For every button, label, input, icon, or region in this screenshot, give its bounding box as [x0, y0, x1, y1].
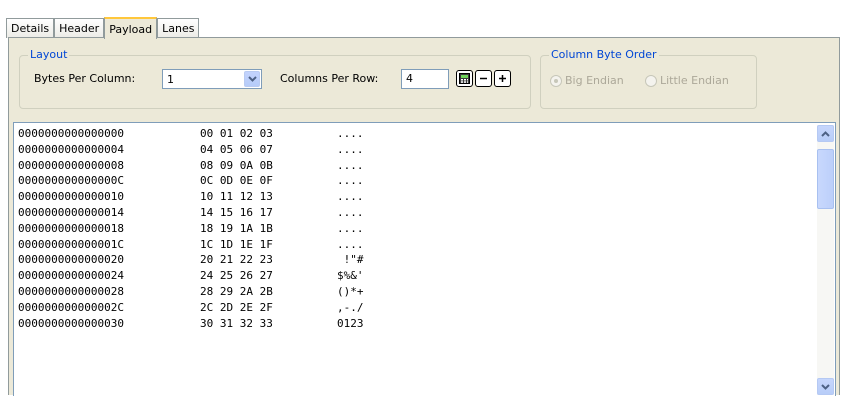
hex-row: 0000000000000008 08 09 0A 0B.... — [18, 158, 397, 174]
hex-row: 0000000000000010 10 11 12 13.... — [18, 189, 397, 205]
tab-payload[interactable]: Payload — [104, 17, 158, 39]
tab-details[interactable]: Details — [6, 18, 55, 38]
hex-bytes-cell: 24 25 26 27 — [200, 269, 273, 283]
big-endian-radio[interactable] — [550, 75, 562, 87]
hex-bytes-cell: 1C 1D 1E 1F — [200, 237, 273, 251]
scrollbar-thumb[interactable] — [817, 149, 834, 209]
ascii-cell: ()*+ — [337, 284, 364, 298]
address-cell: 0000000000000030 — [18, 316, 124, 330]
layout-group: Layout Bytes Per Column: 1 Columns Per R… — [19, 48, 531, 109]
ascii-cell: !"# — [337, 253, 364, 267]
hex-bytes-cell: 28 29 2A 2B — [200, 284, 273, 298]
hex-row: 000000000000002C 2C 2D 2E 2F ,-./ — [18, 300, 397, 316]
tab-strip: Details Header Payload Lanes — [6, 16, 200, 39]
address-cell: 0000000000000018 — [18, 221, 124, 235]
byte-order-group: Column Byte Order Big Endian Little Endi… — [540, 48, 757, 109]
ascii-cell: .... — [337, 205, 364, 219]
minus-icon[interactable] — [475, 70, 492, 87]
byte-order-group-title: Column Byte Order — [549, 48, 659, 61]
big-endian-label: Big Endian — [565, 74, 624, 87]
little-endian-radio[interactable] — [645, 75, 657, 87]
address-cell: 0000000000000004 — [18, 142, 124, 156]
hex-bytes-cell: 18 19 1A 1B — [200, 221, 273, 235]
calculator-icon[interactable] — [456, 70, 473, 87]
hex-rows: 0000000000000000 00 01 02 03.... 000000000… — [18, 126, 397, 331]
address-cell: 0000000000000024 — [18, 269, 124, 283]
scroll-up-icon[interactable] — [817, 125, 834, 142]
tab-lanes[interactable]: Lanes — [157, 18, 200, 38]
hex-row: 0000000000000014 14 15 16 17.... — [18, 205, 397, 221]
hex-row: 0000000000000028 28 29 2A 2B ()*+ — [18, 284, 397, 300]
hex-bytes-cell: 30 31 32 33 — [200, 316, 273, 330]
chevron-down-icon[interactable] — [244, 71, 260, 87]
ascii-cell: ,-./ — [337, 300, 364, 314]
hex-bytes-cell: 0C 0D 0E 0F — [200, 174, 273, 188]
ascii-cell: .... — [337, 221, 364, 235]
address-cell: 000000000000001C — [18, 237, 124, 251]
hex-bytes-cell: 00 01 02 03 — [200, 127, 273, 140]
hex-row: 0000000000000000 00 01 02 03.... — [18, 126, 397, 142]
vertical-scrollbar[interactable] — [817, 125, 834, 395]
ascii-cell: .... — [337, 174, 364, 188]
tab-label: Payload — [109, 22, 153, 36]
address-cell: 0000000000000014 — [18, 205, 124, 219]
tab-label: Details — [11, 22, 50, 35]
columns-per-row-value: 4 — [406, 72, 413, 85]
plus-icon[interactable] — [494, 70, 511, 87]
ascii-cell: .... — [337, 158, 364, 172]
layout-group-title: Layout — [28, 48, 70, 61]
ascii-cell: $%&' — [337, 269, 364, 283]
bytes-per-column-select[interactable]: 1 — [162, 69, 262, 89]
payload-panel: Layout Bytes Per Column: 1 Columns Per R… — [8, 37, 840, 396]
tab-header[interactable]: Header — [54, 18, 105, 38]
tab-label: Lanes — [162, 22, 195, 35]
hex-view[interactable]: 0000000000000000 00 01 02 03.... 000000000… — [13, 122, 836, 396]
hex-row: 0000000000000030 30 31 32 33 0123 — [18, 316, 397, 332]
address-cell: 0000000000000008 — [18, 158, 124, 172]
hex-bytes-cell: 2C 2D 2E 2F — [200, 300, 273, 314]
address-cell: 0000000000000020 — [18, 253, 124, 267]
columns-per-row-label: Columns Per Row: — [280, 72, 379, 85]
hex-bytes-cell: 04 05 06 07 — [200, 142, 273, 156]
address-cell: 0000000000000028 — [18, 284, 124, 298]
hex-row: 0000000000000018 18 19 1A 1B.... — [18, 221, 397, 237]
little-endian-label: Little Endian — [660, 74, 729, 87]
hex-row: 0000000000000004 04 05 06 07.... — [18, 142, 397, 158]
address-cell: 000000000000000C — [18, 174, 124, 188]
hex-bytes-cell: 14 15 16 17 — [200, 205, 273, 219]
ascii-cell: .... — [337, 237, 364, 251]
hex-bytes-cell: 10 11 12 13 — [200, 190, 273, 204]
hex-row: 0000000000000024 24 25 26 27 $%&' — [18, 268, 397, 284]
ascii-cell: .... — [337, 190, 364, 204]
hex-row: 000000000000001C 1C 1D 1E 1F.... — [18, 237, 397, 253]
bytes-per-column-label: Bytes Per Column: — [34, 72, 136, 85]
ascii-cell: 0123 — [337, 316, 364, 330]
hex-row: 0000000000000020 20 21 22 23 !"# — [18, 252, 397, 268]
columns-per-row-input[interactable]: 4 — [401, 69, 449, 89]
scroll-down-icon[interactable] — [817, 378, 834, 395]
hex-bytes-cell: 08 09 0A 0B — [200, 158, 273, 172]
hex-bytes-cell: 20 21 22 23 — [200, 253, 273, 267]
ascii-cell: .... — [337, 142, 364, 156]
tab-label: Header — [59, 22, 100, 35]
address-cell: 000000000000002C — [18, 300, 124, 314]
address-cell: 0000000000000000 — [18, 127, 124, 140]
address-cell: 0000000000000010 — [18, 190, 124, 204]
bytes-per-column-value: 1 — [167, 73, 174, 86]
ascii-cell: .... — [337, 127, 364, 140]
hex-row: 000000000000000C 0C 0D 0E 0F.... — [18, 173, 397, 189]
